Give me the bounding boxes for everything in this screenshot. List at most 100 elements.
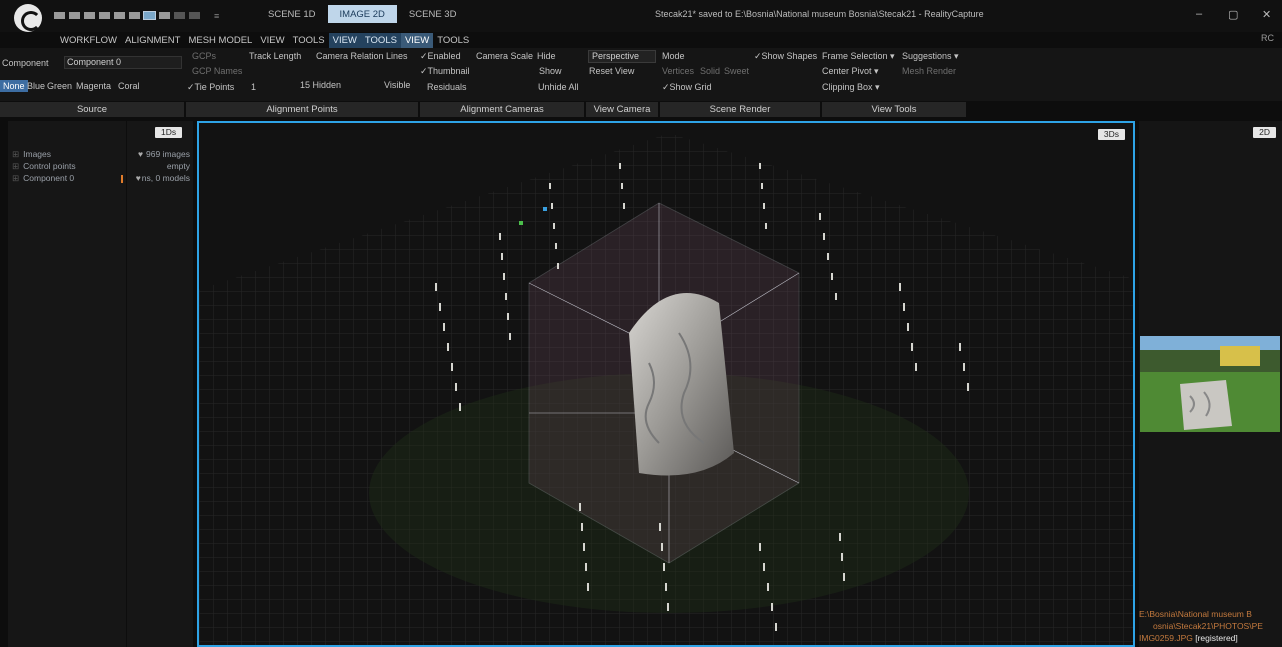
menu-tools-1[interactable]: TOOLS <box>289 33 329 48</box>
info-text: ns, 0 models <box>141 173 190 183</box>
component-select[interactable]: Component 0 <box>64 56 182 69</box>
hidden-count: 15 Hidden <box>300 80 342 90</box>
gcps-toggle[interactable]: GCPs <box>192 51 216 61</box>
reset-view-button[interactable]: Reset View <box>589 66 634 76</box>
image-path-line-1: E:\Bosnia\National museum B <box>1139 609 1252 619</box>
menu-workflow[interactable]: WORKFLOW <box>56 33 121 48</box>
view-badge-3ds[interactable]: 3Ds <box>1097 129 1125 140</box>
sweet-button[interactable]: Sweet <box>724 66 749 76</box>
residuals-toggle[interactable]: Residuals <box>427 82 467 92</box>
show-button[interactable]: Show <box>539 66 562 76</box>
image-file-status: IMG0259.JPG [registered] <box>1139 633 1238 643</box>
tree-label: Images <box>23 149 51 159</box>
component-label: Component <box>2 58 49 68</box>
section-view-camera: View Camera <box>586 102 658 117</box>
camera-relation-lines-label: Camera Relation Lines <box>316 51 408 61</box>
layout-6-icon[interactable] <box>129 12 140 19</box>
tab-scene-1d[interactable]: SCENE 1D <box>256 5 328 23</box>
color-coral-button[interactable]: Coral <box>118 81 140 91</box>
rc-label[interactable]: RC <box>1261 33 1274 43</box>
image-file-name: IMG0259.JPG <box>1139 633 1193 643</box>
center-pivot-dropdown[interactable]: Center Pivot ▾ <box>822 66 879 77</box>
track-length-label: Track Length <box>249 51 302 61</box>
scanned-stone-model <box>629 293 734 476</box>
layout-3-icon[interactable] <box>84 12 95 19</box>
quick-access-icon[interactable]: ≡ <box>214 11 219 21</box>
image-path-line-2: osnia\Stecak21\PHOTOS\PE <box>1153 621 1263 631</box>
section-view-tools: View Tools <box>822 102 966 117</box>
enabled-toggle[interactable]: ✓Enabled <box>420 51 461 62</box>
layout-8-icon[interactable] <box>159 12 170 19</box>
gcp-names-toggle[interactable]: GCP Names <box>192 66 242 76</box>
menu-mesh-model[interactable]: MESH MODEL <box>184 33 256 48</box>
mode-label: Mode <box>662 51 685 61</box>
tab-image-2d[interactable]: IMAGE 2D <box>327 5 397 23</box>
show-grid-toggle[interactable]: ✓Show Grid <box>662 82 712 93</box>
component-marker <box>121 175 123 183</box>
project-info-panel: 1Ds ♥ 969 images empty ♥ns, 0 models <box>127 121 193 647</box>
menu-alignment[interactable]: ALIGNMENT <box>121 33 184 48</box>
layout-5-icon[interactable] <box>114 12 125 19</box>
tab-scene-3d[interactable]: SCENE 3D <box>397 5 469 23</box>
color-none-button[interactable]: None <box>0 80 28 92</box>
menu-view-1[interactable]: VIEW <box>256 33 288 48</box>
ribbon-sections: Source Alignment Points Alignment Camera… <box>0 102 1282 117</box>
color-blue-button[interactable]: Blue <box>27 81 45 91</box>
tree-item-control-points[interactable]: ⊞ Control points <box>12 161 76 172</box>
registration-status: [registered] <box>1195 633 1238 643</box>
view-badge-1ds[interactable]: 1Ds <box>155 127 183 138</box>
layout-2-icon[interactable] <box>69 12 80 19</box>
close-button[interactable]: ✕ <box>1262 8 1271 21</box>
tree-item-component-0[interactable]: ⊞ Component 0 <box>12 173 74 184</box>
tree-item-images[interactable]: ⊞ Images <box>12 149 51 160</box>
layout-switcher <box>54 11 200 20</box>
thumbnail-toggle[interactable]: ✓Thumbnail <box>420 66 470 77</box>
point-cloud-render <box>199 123 1133 645</box>
menu-tools-3[interactable]: TOOLS <box>433 33 473 48</box>
color-green-button[interactable]: Green <box>47 81 72 91</box>
restore-button[interactable]: ▢ <box>1228 8 1238 21</box>
image-2d-panel: 2D E:\Bosnia\National museum B osnia\Ste… <box>1139 121 1282 647</box>
tree-label: Control points <box>23 161 76 171</box>
app-logo-icon[interactable] <box>14 4 42 32</box>
photo-thumbnail <box>1140 336 1280 432</box>
layout-7-icon[interactable] <box>143 11 156 20</box>
pin-icon: ♥ <box>135 173 141 183</box>
menu-view-2[interactable]: VIEW <box>328 32 361 48</box>
view-badge-2d[interactable]: 2D <box>1253 127 1276 138</box>
section-source: Source <box>0 102 184 117</box>
undo-icon[interactable] <box>174 12 185 19</box>
pin-icon: ♥ <box>138 149 144 159</box>
project-tree-panel: ⊞ Images ⊞ Control points ⊞ Component 0 <box>8 121 126 647</box>
vertices-button[interactable]: Vertices <box>662 66 694 76</box>
solid-button[interactable]: Solid <box>700 66 720 76</box>
redo-icon[interactable] <box>189 12 200 19</box>
control-points-info: empty <box>166 161 190 171</box>
selected-camera-green <box>519 221 523 225</box>
title-bar: ≡ SCENE 1D IMAGE 2D SCENE 3D Stecak21* s… <box>0 0 1282 32</box>
mesh-render-button[interactable]: Mesh Render <box>902 66 956 76</box>
minimize-button[interactable]: – <box>1196 8 1202 20</box>
expand-icon: ⊞ <box>12 149 20 159</box>
image-preview[interactable] <box>1140 336 1280 432</box>
selected-camera-blue <box>543 207 547 211</box>
layout-4-icon[interactable] <box>99 12 110 19</box>
expand-icon: ⊞ <box>12 161 20 171</box>
perspective-select[interactable]: Perspective <box>588 50 656 63</box>
visible-label: Visible <box>384 80 411 90</box>
suggestions-dropdown[interactable]: Suggestions ▾ <box>902 51 959 62</box>
menu-tools-2[interactable]: TOOLS <box>360 32 401 48</box>
layout-1-icon[interactable] <box>54 12 65 19</box>
scene-3d-viewport[interactable]: 3Ds <box>197 121 1135 647</box>
tie-points-toggle[interactable]: ✓Tie Points <box>187 82 234 93</box>
info-text: 969 images <box>146 149 190 159</box>
show-shapes-toggle[interactable]: ✓Show Shapes <box>754 51 817 62</box>
color-magenta-button[interactable]: Magenta <box>76 81 111 91</box>
unhide-all-button[interactable]: Unhide All <box>538 82 579 92</box>
hide-button[interactable]: Hide <box>537 51 556 61</box>
menu-view-3[interactable]: VIEW <box>400 32 434 48</box>
track-length-value: 1 <box>251 82 257 92</box>
frame-selection-dropdown[interactable]: Frame Selection ▾ <box>822 51 895 62</box>
section-alignment-points: Alignment Points <box>186 102 418 117</box>
clipping-box-dropdown[interactable]: Clipping Box ▾ <box>822 82 880 93</box>
